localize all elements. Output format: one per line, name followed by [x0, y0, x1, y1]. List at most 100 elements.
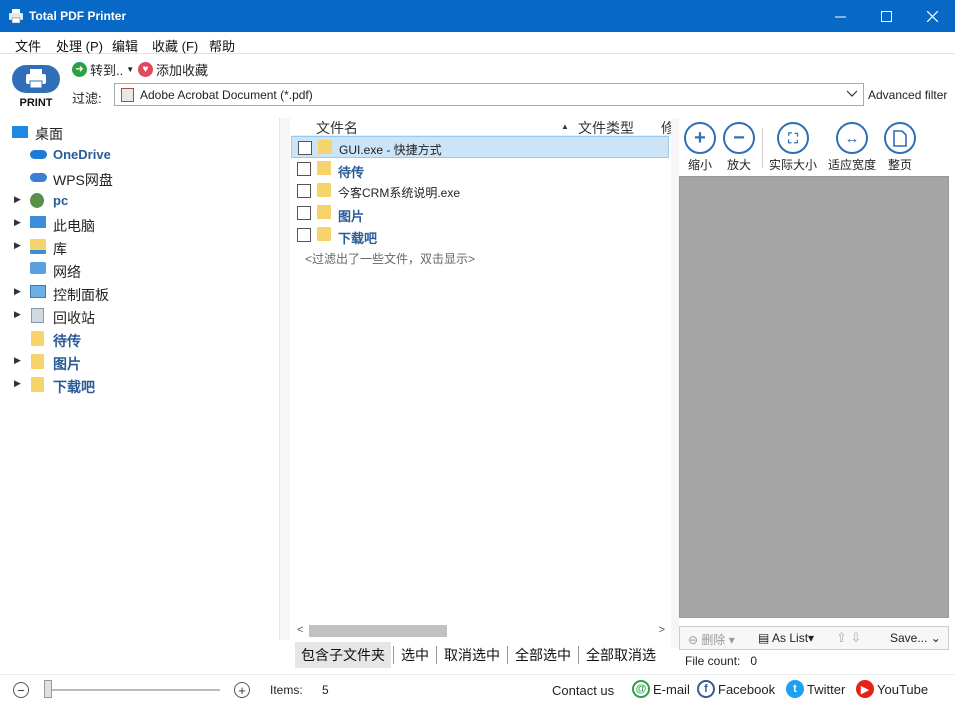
uncheck-all-button[interactable]: 全部取消选: [581, 642, 661, 668]
goto-button[interactable]: ➜ 转到.. ▼: [72, 60, 134, 79]
zoom-in-label: 放大: [726, 158, 751, 172]
expand-arrow-icon[interactable]: ▶: [14, 309, 21, 320]
scroll-left-icon[interactable]: <: [297, 624, 303, 636]
row-checkbox[interactable]: [297, 206, 311, 220]
youtube-link[interactable]: ▶ YouTube: [856, 680, 928, 698]
menu-favorites[interactable]: 收藏 (F): [152, 36, 198, 55]
menu-file[interactable]: 文件: [15, 36, 41, 55]
tree-item-pc-user[interactable]: ▶ pc: [0, 190, 279, 212]
computer-icon: [30, 216, 46, 228]
horizontal-scrollbar[interactable]: < >: [291, 623, 671, 639]
cloud-icon: [30, 173, 47, 182]
column-header-name[interactable]: 文件名: [316, 118, 358, 138]
facebook-link[interactable]: f Facebook: [697, 680, 775, 698]
file-row[interactable]: 今客CRM系统说明.exe: [291, 180, 669, 202]
zoom-in-button[interactable]: − 放大: [711, 122, 767, 172]
close-button[interactable]: [909, 0, 955, 32]
expand-arrow-icon[interactable]: ▶: [14, 240, 21, 251]
menu-edit[interactable]: 编辑: [112, 36, 138, 55]
row-checkbox[interactable]: [297, 228, 311, 242]
expand-arrow-icon[interactable]: ▶: [14, 378, 21, 389]
uncheck-button[interactable]: 取消选中: [439, 642, 505, 668]
expand-arrow-icon[interactable]: ▶: [14, 194, 21, 205]
zoom-plus-icon[interactable]: +: [234, 682, 250, 698]
user-icon: [30, 193, 44, 208]
save-button[interactable]: Save... ⌄: [890, 631, 941, 645]
column-header-type[interactable]: 文件类型: [578, 118, 634, 138]
tree-item-label: 桌面: [35, 126, 63, 142]
tree-item-label: 回收站: [53, 310, 95, 326]
scroll-right-icon[interactable]: >: [659, 624, 665, 636]
column-header-modified[interactable]: 修: [661, 118, 671, 138]
row-checkbox[interactable]: [297, 162, 311, 176]
full-page-label: 整页: [887, 158, 912, 172]
maximize-button[interactable]: [863, 0, 909, 32]
tree-item-label: 控制面板: [53, 287, 109, 303]
email-link[interactable]: @ E-mail: [632, 680, 690, 698]
include-subfolders-button[interactable]: 包含子文件夹: [295, 642, 391, 668]
tree-item-control-panel[interactable]: ▶ 控制面板: [0, 282, 279, 304]
tree-item-recycle-bin[interactable]: ▶ 回收站: [0, 305, 279, 327]
email-label: E-mail: [653, 681, 690, 697]
scroll-thumb[interactable]: [309, 625, 447, 637]
tree-item-xiazaiba[interactable]: ▶ 下载吧: [0, 374, 279, 396]
actual-size-button[interactable]: ⛶ 实际大小: [765, 122, 821, 172]
add-favorite-button[interactable]: ♥ 添加收藏: [138, 60, 208, 79]
contact-us-link[interactable]: Contact us: [552, 683, 614, 698]
menu-help[interactable]: 帮助: [209, 36, 235, 55]
minimize-button[interactable]: [817, 0, 863, 32]
divider: [436, 646, 437, 664]
fit-width-icon: ↔: [836, 122, 868, 154]
file-name: 下载吧: [338, 231, 378, 246]
actual-size-label: 实际大小: [768, 158, 817, 172]
file-row[interactable]: 下载吧: [291, 224, 669, 246]
save-label: Save...: [890, 631, 928, 645]
delete-button[interactable]: ⊖ 删除 ▾: [688, 631, 735, 648]
advanced-filter-link[interactable]: Advanced filter: [868, 88, 947, 102]
row-checkbox[interactable]: [298, 141, 312, 155]
tree-splitter[interactable]: [279, 118, 290, 640]
tree-item-wps[interactable]: WPS网盘: [0, 167, 279, 189]
tree-item-libraries[interactable]: ▶ 库: [0, 236, 279, 258]
filter-dropdown[interactable]: Adobe Acrobat Document (*.pdf): [114, 83, 864, 106]
youtube-label: YouTube: [877, 681, 929, 697]
add-favorite-label: 添加收藏: [156, 63, 209, 78]
tree-item-desktop[interactable]: 桌面: [0, 121, 279, 143]
file-row[interactable]: GUI.exe - 快捷方式: [291, 136, 669, 158]
move-up-down-icon[interactable]: ⇧ ⇩: [836, 630, 861, 646]
chevron-down-icon: [846, 87, 858, 102]
as-list-button[interactable]: ▤ As List▾: [758, 631, 814, 645]
file-name: 待传: [338, 165, 365, 180]
file-name: 今客CRM系统说明.exe: [338, 186, 461, 200]
file-row[interactable]: 图片: [291, 202, 669, 224]
check-all-button[interactable]: 全部选中: [510, 642, 576, 668]
items-count: 5: [322, 683, 329, 697]
full-page-button[interactable]: 整页: [872, 122, 928, 172]
divider: [393, 646, 394, 664]
folder-icon: [317, 161, 331, 175]
print-button[interactable]: PRINT: [10, 65, 62, 113]
tree-item-label: 下载吧: [53, 379, 95, 395]
twitter-link[interactable]: t Twitter: [786, 680, 845, 698]
tree-item-network[interactable]: 网络: [0, 259, 279, 281]
tree-item-daichuan[interactable]: 待传: [0, 328, 279, 350]
filtered-files-note[interactable]: <过滤出了一些文件，双击显示>: [305, 250, 475, 267]
check-button[interactable]: 选中: [396, 642, 434, 668]
tree-item-this-pc[interactable]: ▶ 此电脑: [0, 213, 279, 235]
as-list-label: As List: [772, 631, 809, 645]
title-bar: Total PDF Printer: [0, 0, 955, 32]
preview-splitter[interactable]: [671, 118, 679, 648]
tree-item-pictures[interactable]: ▶ 图片: [0, 351, 279, 373]
zoom-slider-thumb[interactable]: [44, 680, 52, 698]
menu-process[interactable]: 处理 (P): [56, 36, 103, 55]
row-checkbox[interactable]: [297, 184, 311, 198]
expand-arrow-icon[interactable]: ▶: [14, 217, 21, 228]
zoom-slider-track[interactable]: [44, 689, 220, 691]
file-list: 文件名 ▲ 文件类型 修 GUI.exe - 快捷方式 待传 今客CRM系统说明…: [291, 118, 671, 640]
tree-item-onedrive[interactable]: OneDrive: [0, 144, 279, 166]
file-row[interactable]: 待传: [291, 158, 669, 180]
expand-arrow-icon[interactable]: ▶: [14, 286, 21, 297]
zoom-minus-icon[interactable]: −: [13, 682, 29, 698]
expand-arrow-icon[interactable]: ▶: [14, 355, 21, 366]
preview-canvas[interactable]: [679, 176, 949, 618]
